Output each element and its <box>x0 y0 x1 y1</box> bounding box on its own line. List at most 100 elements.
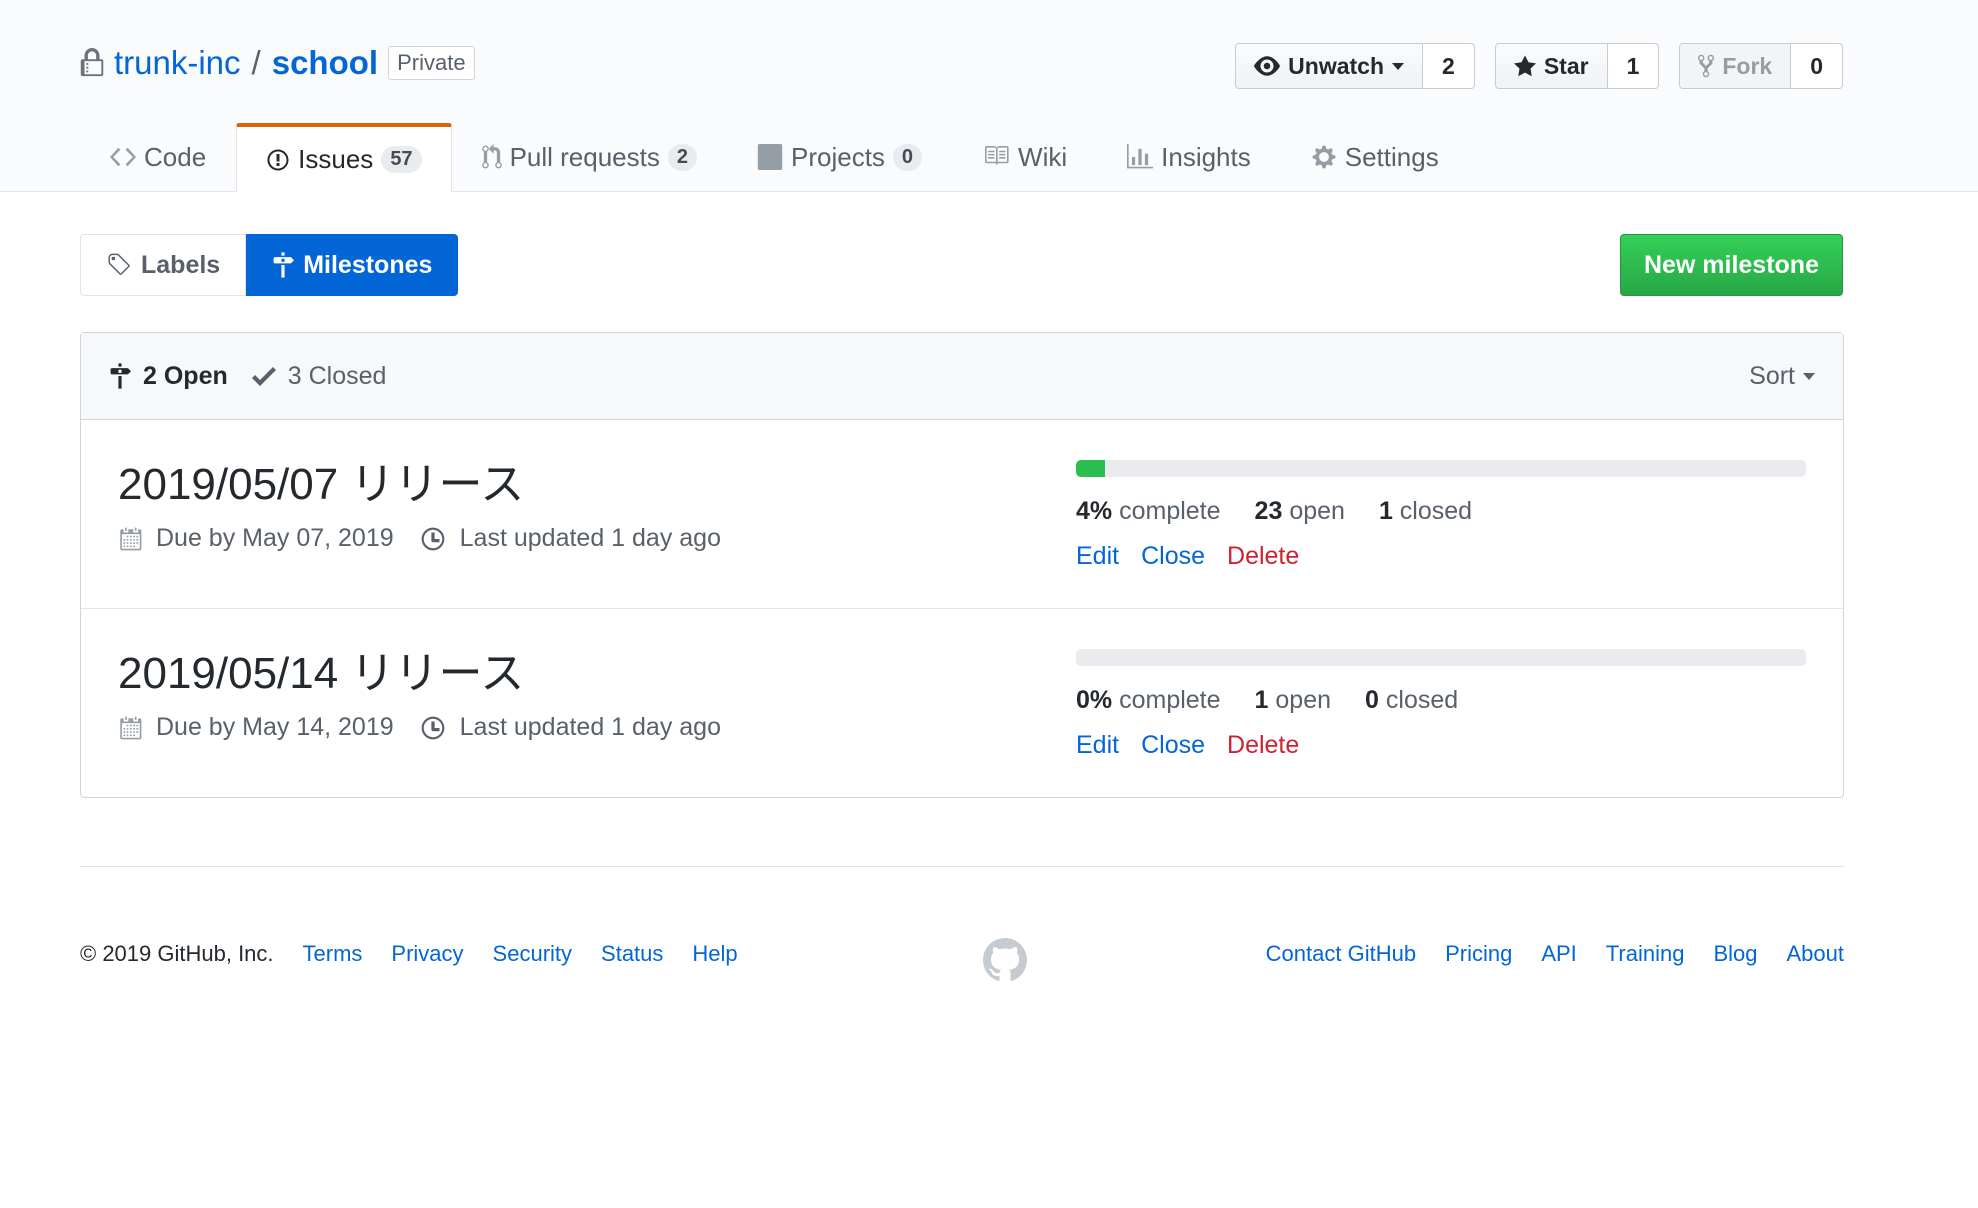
progress-fill <box>1076 460 1106 477</box>
sort-label: Sort <box>1749 361 1795 390</box>
octocat-icon <box>983 938 1027 981</box>
repo-name-link[interactable]: school <box>272 44 378 82</box>
footer-link-privacy[interactable]: Privacy <box>391 941 463 967</box>
fork-button[interactable]: Fork <box>1679 43 1792 89</box>
repo-title: trunk-inc / school Private <box>80 44 475 82</box>
star-label: Star <box>1543 52 1589 79</box>
tab-wiki-label: Wiki <box>1018 141 1068 172</box>
repo-owner-link[interactable]: trunk-inc <box>114 44 241 82</box>
delete-link[interactable]: Delete <box>1227 542 1299 571</box>
clock-icon <box>421 716 445 739</box>
milestone-actions: Edit Close Delete <box>1076 542 1806 571</box>
tab-pull-requests-label: Pull requests <box>509 141 660 172</box>
footer-link-blog[interactable]: Blog <box>1713 941 1757 967</box>
github-mark-icon[interactable] <box>983 938 1027 987</box>
milestone-stats: 0% complete 1 open 0 closed <box>1076 686 1806 715</box>
milestone-icon <box>110 363 131 389</box>
footer-link-api[interactable]: API <box>1541 941 1576 967</box>
check-icon <box>251 367 276 386</box>
tab-code[interactable]: Code <box>80 123 236 190</box>
edit-link[interactable]: Edit <box>1076 542 1119 571</box>
pull-requests-counter: 2 <box>667 143 697 171</box>
chevron-down-icon <box>1803 372 1815 380</box>
star-button[interactable]: Star <box>1494 43 1608 89</box>
edit-link[interactable]: Edit <box>1076 731 1119 760</box>
tab-issues[interactable]: Issues 57 <box>236 123 452 192</box>
footer-link-pricing[interactable]: Pricing <box>1445 941 1512 967</box>
projects-counter: 0 <box>892 143 923 171</box>
fork-group: Fork 0 <box>1679 43 1843 89</box>
lock-icon <box>80 48 104 77</box>
unwatch-button[interactable]: Unwatch <box>1235 43 1424 89</box>
code-icon <box>110 147 136 167</box>
tab-insights[interactable]: Insights <box>1097 123 1281 190</box>
progress-bar <box>1076 649 1806 666</box>
last-updated: Last updated 1 day ago <box>459 713 721 741</box>
closed-issues-count: 0 <box>1365 686 1379 714</box>
open-milestones-filter[interactable]: 2 Open <box>109 362 228 391</box>
labels-milestones-subnav: Labels Milestones <box>80 234 459 296</box>
percent-complete: 4% <box>1076 497 1113 525</box>
tab-projects[interactable]: Projects 0 <box>727 123 952 190</box>
repo-header: trunk-inc / school Private Unwatch 2 Sta… <box>0 0 1978 192</box>
forks-count[interactable]: 0 <box>1791 43 1843 89</box>
star-group: Star 1 <box>1494 43 1660 89</box>
unwatch-label: Unwatch <box>1288 52 1385 79</box>
footer-link-training[interactable]: Training <box>1606 941 1685 967</box>
footer-link-about[interactable]: About <box>1787 941 1845 967</box>
closed-milestones-filter[interactable]: 3 Closed <box>251 362 386 391</box>
fork-icon <box>1698 54 1715 78</box>
tab-code-label: Code <box>144 141 207 172</box>
closed-label: closed <box>1385 686 1459 714</box>
sort-dropdown[interactable]: Sort <box>1749 362 1815 391</box>
tab-wiki[interactable]: Wiki <box>952 123 1097 190</box>
close-link[interactable]: Close <box>1141 731 1205 760</box>
footer-link-terms[interactable]: Terms <box>303 941 363 967</box>
tab-issues-label: Issues <box>298 144 374 174</box>
milestone-actions: Edit Close Delete <box>1076 731 1806 760</box>
footer-link-status[interactable]: Status <box>601 941 663 967</box>
tab-pull-requests[interactable]: Pull requests 2 <box>452 123 727 190</box>
progress-bar <box>1076 460 1806 477</box>
git-pull-request-icon <box>481 144 502 169</box>
footer-link-security[interactable]: Security <box>493 941 572 967</box>
milestone-stats: 4% complete 23 open 1 closed <box>1076 497 1806 526</box>
site-footer: © 2019 GitHub, Inc. Terms Privacy Securi… <box>80 866 1844 981</box>
tag-icon <box>108 253 130 275</box>
delete-link[interactable]: Delete <box>1227 731 1299 760</box>
watch-group: Unwatch 2 <box>1235 43 1475 89</box>
tab-settings[interactable]: Settings <box>1281 123 1469 190</box>
milestone-title[interactable]: 2019/05/14 リリース <box>118 649 524 698</box>
milestones-list: 2 Open 3 Closed Sort 2019/05/07 リリース Due… <box>80 332 1844 798</box>
milestone-meta: Due by May 07, 2019 Last updated 1 day a… <box>118 524 721 553</box>
project-icon <box>757 144 783 170</box>
book-icon <box>985 146 1009 165</box>
open-label: open <box>1275 686 1332 714</box>
milestone-icon <box>273 252 295 278</box>
milestone-item: 2019/05/07 リリース Due by May 07, 2019 Last… <box>81 420 1843 609</box>
open-label: open <box>1289 497 1345 525</box>
milestones-tab-label: Milestones <box>303 250 433 279</box>
milestone-title[interactable]: 2019/05/07 リリース <box>118 460 524 509</box>
tab-settings-label: Settings <box>1344 141 1439 172</box>
tab-insights-label: Insights <box>1161 141 1251 172</box>
footer-link-help[interactable]: Help <box>692 941 737 967</box>
state-filters: 2 Open 3 Closed <box>109 362 386 391</box>
watchers-count[interactable]: 2 <box>1423 43 1475 89</box>
calendar-icon <box>120 716 142 739</box>
milestones-tab[interactable]: Milestones <box>246 234 459 296</box>
closed-label: closed <box>1399 497 1473 525</box>
labels-tab[interactable]: Labels <box>80 234 247 296</box>
issue-opened-icon <box>267 149 289 170</box>
due-date: Due by May 07, 2019 <box>156 524 394 552</box>
footer-link-contact[interactable]: Contact GitHub <box>1266 941 1416 967</box>
close-link[interactable]: Close <box>1141 542 1205 571</box>
open-count-label: 2 Open <box>143 361 228 390</box>
complete-label: complete <box>1119 497 1221 525</box>
stargazers-count[interactable]: 1 <box>1607 43 1660 89</box>
chevron-down-icon <box>1392 62 1405 70</box>
new-milestone-button[interactable]: New milestone <box>1619 234 1843 296</box>
eye-icon <box>1254 56 1281 76</box>
closed-issues-count: 1 <box>1378 497 1393 525</box>
milestones-list-header: 2 Open 3 Closed Sort <box>81 333 1843 420</box>
